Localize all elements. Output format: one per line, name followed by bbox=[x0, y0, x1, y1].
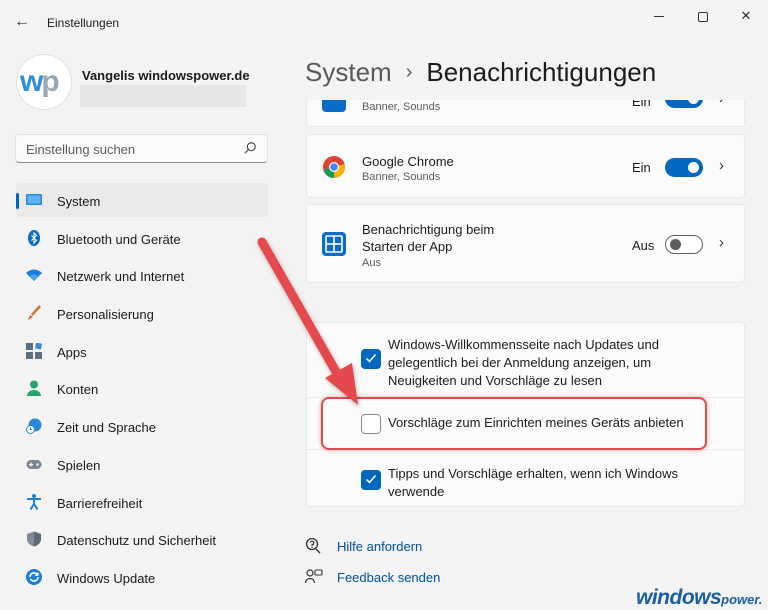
search-input[interactable]: Einstellung suchen bbox=[15, 134, 268, 163]
app-icon bbox=[322, 100, 346, 112]
sidebar-item-label: Zeit und Sprache bbox=[57, 420, 157, 436]
system-display-icon bbox=[26, 194, 42, 205]
sidebar-item-bluetooth[interactable]: Bluetooth und Geräte bbox=[16, 221, 268, 255]
account-icon bbox=[27, 380, 41, 397]
sidebar-item-network[interactable]: Netzwerk und Internet bbox=[16, 258, 268, 292]
back-arrow-icon[interactable]: ← bbox=[12, 12, 32, 32]
app-startup-icon bbox=[322, 232, 346, 256]
help-icon bbox=[305, 538, 321, 554]
gamepad-icon bbox=[26, 459, 42, 469]
option-label: Windows-Willkommensseite nach Updates un… bbox=[388, 337, 659, 388]
redacted-email bbox=[80, 85, 246, 107]
app-subtitle: Aus bbox=[362, 257, 381, 269]
welcome-checkbox[interactable] bbox=[361, 349, 381, 369]
highlight-annotation-box bbox=[321, 397, 707, 450]
link-label[interactable]: Feedback senden bbox=[337, 570, 440, 585]
avatar: wp bbox=[16, 54, 72, 110]
app-title-line-2: Starten der App bbox=[362, 239, 453, 254]
toggle-state-label: Aus bbox=[632, 238, 655, 253]
chevron-right-icon[interactable]: › bbox=[719, 157, 724, 174]
bluetooth-icon bbox=[28, 229, 40, 246]
minimize-icon[interactable] bbox=[644, 6, 674, 26]
checkmark-icon bbox=[365, 353, 377, 363]
avatar-logo: wp bbox=[20, 65, 60, 98]
sidebar-item-label: System bbox=[57, 194, 101, 209]
feedback-icon bbox=[305, 569, 323, 584]
option-label: Tipps und Vorschläge erhalten, wenn ich … bbox=[388, 466, 679, 499]
app-title: Einstellungen bbox=[47, 16, 120, 30]
app-title: Google Chrome bbox=[362, 154, 454, 169]
watermark-logo: windowspower. bbox=[636, 586, 763, 609]
app-notification-row[interactable]: Banner, Sounds Ein › bbox=[306, 100, 745, 127]
startup-notification-toggle[interactable] bbox=[665, 235, 703, 254]
chevron-right-icon[interactable]: › bbox=[719, 234, 724, 251]
option-row-welcome[interactable]: Windows-Willkommensseite nach Updates un… bbox=[307, 323, 744, 397]
sidebar-item-label: Barrierefreiheit bbox=[57, 495, 143, 511]
sidebar-item-privacy[interactable]: Datenschutz und Sicherheit bbox=[16, 522, 268, 556]
accessibility-icon bbox=[27, 493, 41, 510]
sidebar-item-label: Apps bbox=[57, 344, 87, 360]
brush-icon bbox=[28, 305, 41, 321]
checkmark-icon bbox=[365, 474, 377, 484]
sidebar-item-label: Bluetooth und Geräte bbox=[57, 231, 181, 247]
link-label[interactable]: Hilfe anfordern bbox=[337, 539, 422, 554]
title-bar: ← Einstellungen ✕ bbox=[0, 0, 768, 44]
toggle-state-label: Ein bbox=[632, 100, 651, 109]
sidebar-item-apps[interactable]: Apps bbox=[16, 334, 268, 368]
sidebar-item-label: Windows Update bbox=[57, 570, 156, 586]
breadcrumb-separator: › bbox=[405, 61, 413, 83]
sidebar-item-label: Spielen bbox=[57, 457, 101, 473]
sidebar-item-accounts[interactable]: Konten bbox=[16, 371, 268, 405]
toggle-state-label: Ein bbox=[632, 160, 651, 175]
close-icon[interactable]: ✕ bbox=[731, 6, 761, 26]
sidebar-item-personalization[interactable]: Personalisierung bbox=[16, 296, 268, 330]
clock-globe-icon bbox=[26, 418, 42, 435]
wifi-icon bbox=[26, 269, 42, 282]
app-notification-toggle[interactable] bbox=[665, 100, 703, 108]
sidebar-nav: System Bluetooth und Geräte Netzwerk und… bbox=[16, 183, 268, 598]
user-name: Vangelis windowspower.de bbox=[82, 68, 250, 83]
breadcrumb-parent[interactable]: System bbox=[305, 57, 392, 87]
sidebar-item-system[interactable]: System bbox=[16, 183, 268, 217]
shield-icon bbox=[27, 531, 41, 547]
search-icon bbox=[244, 142, 256, 154]
app-title-line-1: Benachrichtigung beim bbox=[362, 222, 495, 237]
chrome-icon bbox=[323, 156, 345, 178]
app-notification-row[interactable]: Google Chrome Banner, Sounds Ein › bbox=[306, 134, 745, 198]
page-title: Benachrichtigungen bbox=[426, 57, 657, 87]
sidebar-item-label: Konten bbox=[57, 382, 99, 398]
breadcrumb: System › Benachrichtigungen bbox=[305, 57, 656, 88]
sidebar-item-accessibility[interactable]: Barrierefreiheit bbox=[16, 485, 268, 519]
chevron-right-icon[interactable]: › bbox=[719, 100, 724, 107]
sidebar-item-label: Datenschutz und Sicherheit bbox=[57, 533, 216, 549]
app-subtitle: Banner, Sounds bbox=[362, 101, 441, 113]
option-row-tips[interactable]: Tipps und Vorschläge erhalten, wenn ich … bbox=[307, 449, 744, 507]
apps-icon bbox=[26, 342, 42, 359]
sidebar-item-windows-update[interactable]: Windows Update bbox=[16, 560, 268, 594]
chrome-notification-toggle[interactable] bbox=[665, 158, 703, 177]
search-placeholder: Einstellung suchen bbox=[26, 142, 136, 157]
maximize-icon[interactable] bbox=[688, 6, 718, 26]
app-notification-row[interactable]: Benachrichtigung beim Starten der App Au… bbox=[306, 204, 745, 283]
app-subtitle: Banner, Sounds bbox=[362, 171, 441, 183]
sidebar-item-time-language[interactable]: Zeit und Sprache bbox=[16, 409, 268, 443]
tips-checkbox[interactable] bbox=[361, 470, 381, 490]
sidebar-item-label: Personalisierung bbox=[57, 307, 154, 323]
sidebar-item-label: Netzwerk und Internet bbox=[57, 269, 185, 285]
sidebar-item-gaming[interactable]: Spielen bbox=[16, 447, 268, 481]
update-icon bbox=[26, 568, 42, 585]
